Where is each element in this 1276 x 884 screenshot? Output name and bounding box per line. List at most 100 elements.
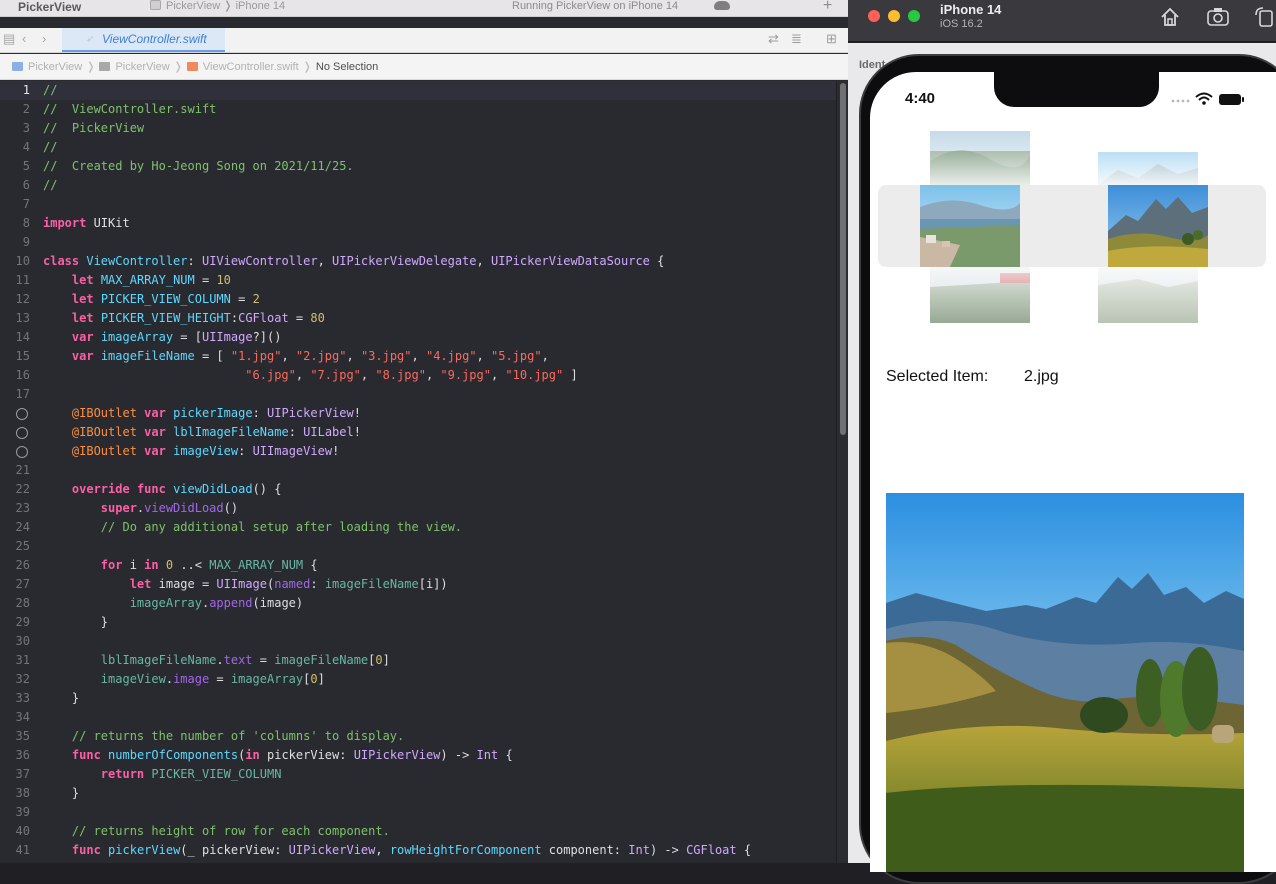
code-line[interactable]: 21 (0, 461, 836, 480)
code-line[interactable]: 37 return PICKER_VIEW_COLUMN (0, 765, 836, 784)
code-line[interactable]: 13 let PICKER_VIEW_HEIGHT:CGFloat = 80 (0, 309, 836, 328)
code-line[interactable]: 33 } (0, 689, 836, 708)
code-line[interactable]: 4 // (0, 138, 836, 157)
code-token: ..< (173, 558, 210, 572)
code-line[interactable]: @IBOutlet var pickerImage: UIPickerView! (0, 404, 836, 423)
code-line[interactable]: 22 override func viewDidLoad() { (0, 480, 836, 499)
scroll-thumb[interactable] (840, 83, 846, 435)
code-token: imageFileName (324, 577, 419, 591)
screenshot-icon[interactable] (1206, 5, 1230, 29)
code-line[interactable]: 23 super.viewDidLoad() (0, 499, 836, 518)
code-line[interactable]: 27 let image = UIImage(named: imageFileN… (0, 575, 836, 594)
code-line[interactable]: 28 imageArray.append(image) (0, 594, 836, 613)
code-line[interactable]: 25 (0, 537, 836, 556)
picker-col2-image-below[interactable] (1098, 267, 1198, 323)
back-icon[interactable]: ‹ (22, 31, 26, 46)
line-number: 15 (15, 349, 30, 363)
code-line[interactable]: 40 // returns height of row for each com… (0, 822, 836, 841)
picker-view[interactable] (878, 114, 1270, 334)
code-token: "3.jpg" (360, 349, 412, 363)
line-number: 23 (15, 501, 30, 515)
picker-col2-image-above[interactable] (1098, 152, 1198, 185)
device-name: iPhone 14 (940, 2, 1002, 17)
code-line[interactable]: 14 var imageArray = [UIImage?]() (0, 328, 836, 347)
scheme-selector[interactable]: PickerView ❭ iPhone 14 (150, 0, 285, 13)
navigator-icon[interactable]: ▤ (3, 31, 15, 47)
code-line[interactable]: 3 // PickerView (0, 119, 836, 138)
code-line[interactable]: 38 } (0, 784, 836, 803)
related-files-icon[interactable]: ⇄ (768, 31, 779, 47)
code-line[interactable]: 26 for i in 0 ..< MAX_ARRAY_NUM { (0, 556, 836, 575)
jumpbar-selection[interactable]: No Selection (316, 61, 378, 73)
close-button[interactable] (868, 10, 880, 22)
code-line[interactable]: 8 import UIKit (0, 214, 836, 233)
picker-col1-image-selected[interactable] (920, 185, 1020, 267)
code-token: imageArray (129, 596, 202, 610)
outlet-connection-icon[interactable] (16, 408, 28, 420)
code-token: . (165, 672, 174, 686)
adjust-editor-icon[interactable]: ≣ (791, 31, 802, 47)
home-icon[interactable] (1158, 5, 1182, 29)
outlet-connection-icon[interactable] (16, 427, 28, 439)
code-line[interactable]: 32 imageView.image = imageArray[0] (0, 670, 836, 689)
picker-col1-image-below[interactable] (930, 267, 1030, 323)
zoom-button[interactable] (908, 10, 920, 22)
code-token: = (230, 292, 253, 306)
code-line[interactable]: 31 lblImageFileName.text = imageFileName… (0, 651, 836, 670)
picker-col1-image-above[interactable] (930, 131, 1030, 185)
code-line[interactable]: @IBOutlet var imageView: UIImageView! (0, 442, 836, 461)
code-token: UIImageView (252, 444, 333, 458)
code-line[interactable]: 1 // (0, 81, 836, 100)
code-line[interactable]: 15 var imageFileName = [ "1.jpg", "2.jpg… (0, 347, 836, 366)
minimize-button[interactable] (888, 10, 900, 22)
code-line[interactable]: 6 // (0, 176, 836, 195)
editor-scrollbar[interactable] (836, 81, 848, 863)
code-line[interactable]: 9 (0, 233, 836, 252)
code-token: , (541, 349, 549, 363)
code-line[interactable]: @IBOutlet var lblImageFileName: UILabel! (0, 423, 836, 442)
add-editor-icon[interactable]: ⊞ (826, 31, 837, 47)
code-line[interactable]: 16 "6.jpg", "7.jpg", "8.jpg", "9.jpg", "… (0, 366, 836, 385)
jumpbar-group[interactable]: PickerView (99, 61, 170, 73)
tab-viewcontroller[interactable]: ➶ ViewController.swift (62, 28, 225, 52)
code-line[interactable]: 17 (0, 385, 836, 404)
code-line[interactable]: 11 let MAX_ARRAY_NUM = 10 (0, 271, 836, 290)
code-line[interactable]: 2 // ViewController.swift (0, 100, 836, 119)
code-token: UIPickerView (267, 406, 354, 420)
source-editor[interactable]: 1 // 2 // ViewController.swift 3 // PickerVie… (0, 81, 836, 863)
code-line[interactable]: 36 func numberOfComponents(in pickerView… (0, 746, 836, 765)
cloud-icon[interactable] (714, 1, 730, 10)
code-token: "9.jpg" (440, 368, 491, 382)
code-token: lblImageFileName (173, 425, 289, 439)
code-line[interactable]: 41 func pickerView(_ pickerView: UIPicke… (0, 841, 836, 860)
rotate-icon[interactable] (1252, 5, 1276, 29)
code-line[interactable]: 24 // Do any additional setup after load… (0, 518, 836, 537)
code-token: func (71, 843, 101, 857)
code-line[interactable]: 35 // returns the number of 'columns' to… (0, 727, 836, 746)
code-line[interactable]: 10 class ViewController: UIViewController… (0, 252, 836, 271)
code-line[interactable]: 30 (0, 632, 836, 651)
code-line[interactable]: 39 (0, 803, 836, 822)
code-token: 2 (252, 292, 260, 306)
iphone-screen[interactable]: 4:40 Selected Item: 2.jpg (870, 72, 1276, 872)
picker-col2-image-selected[interactable] (1108, 185, 1208, 267)
code-token: text (223, 653, 253, 667)
status-time: 4:40 (905, 90, 936, 107)
code-line[interactable]: 34 (0, 708, 836, 727)
code-line[interactable]: 29 } (0, 613, 836, 632)
jumpbar-file[interactable]: ViewController.swift (186, 61, 299, 73)
code-token: viewDidLoad (144, 501, 224, 515)
code-line[interactable]: 7 (0, 195, 836, 214)
code-line[interactable]: 5 // Created by Ho-Jeong Song on 2021/11/… (0, 157, 836, 176)
add-icon[interactable]: + (823, 0, 832, 15)
code-line[interactable]: 12 let PICKER_VIEW_COLUMN = 2 (0, 290, 836, 309)
code-token: , (317, 254, 333, 268)
forward-icon[interactable]: › (42, 31, 46, 46)
code-token: , (476, 254, 491, 268)
outlet-connection-icon[interactable] (16, 446, 28, 458)
jumpbar-project[interactable]: PickerView (12, 61, 82, 73)
